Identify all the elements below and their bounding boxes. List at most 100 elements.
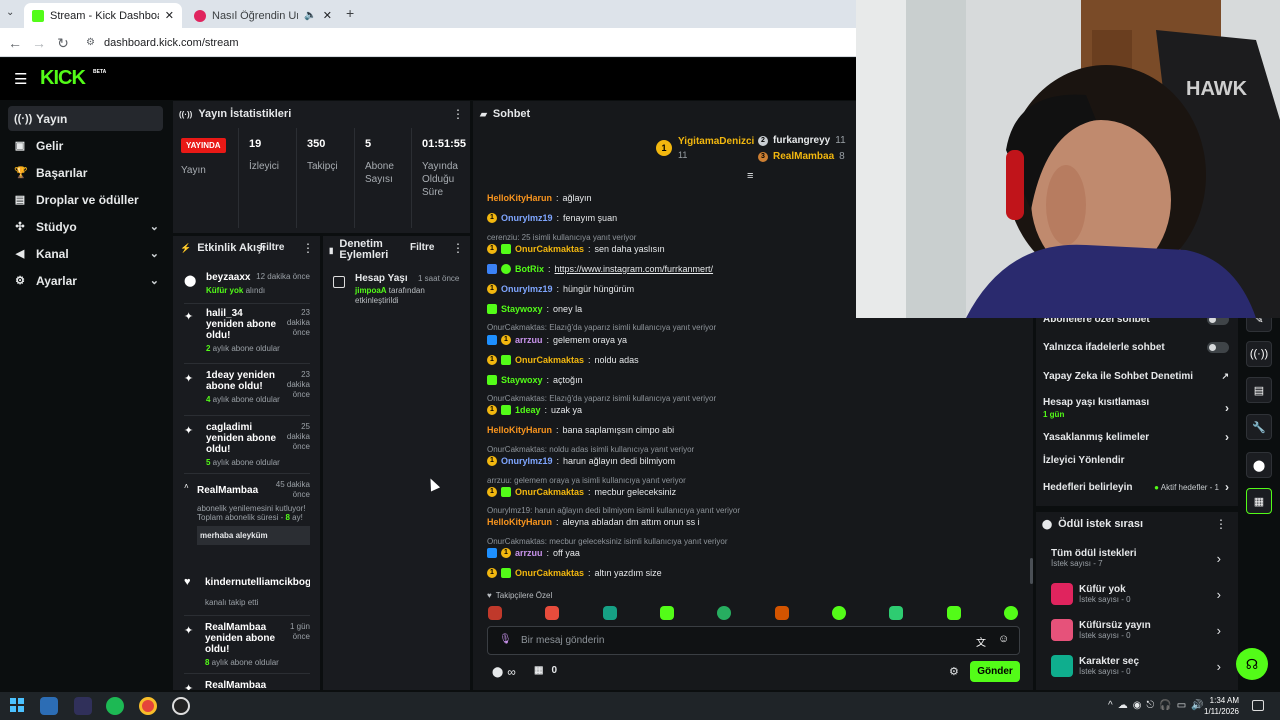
translate-icon[interactable]: 文 bbox=[976, 634, 986, 649]
url-field[interactable]: dashboard.kick.com/stream bbox=[104, 37, 239, 49]
reward-item[interactable]: Küfürsüz yayın İstek sayısı - 0 › bbox=[1051, 616, 1221, 644]
moderation-header: ▮ Denetim Eylemleri bbox=[329, 239, 389, 261]
browser-tab-music[interactable]: Nasıl Öğrendin Unutmayı - 🔈 ✕ bbox=[186, 3, 340, 28]
browser-tab-kick-dashboard[interactable]: Stream - Kick Dashboard ✕ bbox=[24, 3, 182, 28]
chevron-down-icon: ⌄ bbox=[149, 221, 159, 233]
setting-host-viewers[interactable]: İzleyici Yönlendir bbox=[1043, 455, 1229, 466]
emote-icon[interactable] bbox=[774, 606, 789, 620]
site-info-icon[interactable]: ⚙ bbox=[86, 37, 95, 48]
activity-filter-button[interactable]: Filtre bbox=[260, 242, 284, 253]
chat-message: 1 Onurylmz19: fenayım şuan bbox=[487, 213, 617, 223]
app-icon[interactable] bbox=[74, 697, 92, 715]
back-icon[interactable]: ← bbox=[6, 34, 24, 52]
top-gifter-1[interactable]: 1 YigitamaDenizci 11 bbox=[656, 136, 754, 160]
gifter-name: RealMambaa bbox=[773, 151, 835, 162]
setting-banned-words[interactable]: Yasaklanmış kelimeler › bbox=[1043, 430, 1229, 444]
setting-account-age[interactable]: Hesap yaşı kısıtlaması 1 gün › bbox=[1043, 396, 1229, 420]
sidebar-item-kanal[interactable]: ◀ Kanal ⌄ bbox=[8, 241, 163, 266]
setting-emote-only-chat[interactable]: Yalnızca ifadelerle sohbet bbox=[1043, 342, 1229, 353]
browser-tab-bar: ⌄ Stream - Kick Dashboard ✕ Nasıl Öğrend… bbox=[0, 0, 856, 28]
chat-settings-icon[interactable]: ⚙ bbox=[949, 665, 959, 678]
close-tab-icon[interactable]: ✕ bbox=[165, 9, 174, 22]
chrome-icon[interactable] bbox=[139, 697, 157, 715]
heart-icon: ♥ bbox=[487, 591, 492, 600]
event-title: halil_34 yeniden abone oldu! bbox=[206, 308, 277, 341]
reward-all-requests[interactable]: Tüm ödül istekleri İstek sayısı - 7 › bbox=[1051, 544, 1221, 572]
rail-button-broadcast-icon[interactable]: ((·)) bbox=[1246, 341, 1272, 367]
event-detail: 2 aylık abone oldular bbox=[206, 344, 280, 353]
rail-button-layout-icon[interactable]: ▤ bbox=[1246, 377, 1272, 403]
menu-icon[interactable]: ☰ bbox=[14, 70, 27, 88]
sidebar-item-studyo[interactable]: ✣ Stüdyo ⌄ bbox=[8, 214, 163, 239]
emote-icon[interactable] bbox=[659, 606, 674, 620]
emote-icon[interactable] bbox=[831, 606, 846, 620]
rail-button-wrench-icon[interactable]: 🔧 bbox=[1246, 414, 1272, 440]
setting-ai-moderation[interactable]: Yapay Zeka ile Sohbet Denetimi ↗ bbox=[1043, 371, 1229, 382]
panel-menu-icon[interactable]: ⋮ bbox=[452, 107, 464, 121]
sidebar-item-droplar[interactable]: ▤ Droplar ve ödüller bbox=[8, 187, 163, 212]
reward-item[interactable]: Karakter seç İstek sayısı - 0 › bbox=[1051, 652, 1221, 680]
chat-link[interactable]: https://www.instagram.com/furrkanmert/ bbox=[555, 264, 714, 274]
system-tray-icons[interactable]: ^☁◉⎋🎧▭🔊 bbox=[1108, 700, 1209, 711]
panel-menu-icon[interactable]: ⋮ bbox=[302, 241, 314, 255]
moderation-filter-button[interactable]: Filtre bbox=[410, 242, 434, 253]
emote-icon[interactable] bbox=[488, 606, 502, 620]
emote-icon[interactable] bbox=[1003, 606, 1018, 620]
chat-reply-context: arrzuu: gelemem oraya ya isimli kullanıc… bbox=[487, 476, 686, 485]
new-tab-icon[interactable]: + bbox=[346, 5, 354, 21]
start-icon[interactable] bbox=[10, 698, 24, 712]
setting-goals[interactable]: Hedefleri belirleyin ● Aktif hedefler - 1… bbox=[1043, 480, 1229, 494]
pinned-toggle-icon[interactable]: ≡ bbox=[747, 170, 753, 182]
sidebar-item-ayarlar[interactable]: ⚙ Ayarlar ⌄ bbox=[8, 268, 163, 293]
close-tab-icon[interactable]: ✕ bbox=[323, 9, 332, 22]
gift-counter[interactable]: ▦ 0 bbox=[534, 665, 557, 676]
app-icon[interactable] bbox=[40, 697, 58, 715]
kick-header: ☰ KICK BETA bbox=[0, 58, 856, 100]
kick-points[interactable]: ⬤ ∞ bbox=[492, 665, 516, 679]
chat-message: 1 OnurCakmaktas: altın yazdım size bbox=[487, 568, 662, 578]
emote-icon[interactable] bbox=[545, 606, 560, 620]
kick-logo[interactable]: KICK bbox=[40, 67, 86, 90]
chat-reply-context: OnurCakmaktas: Elazığ'da yaparız isimli … bbox=[487, 323, 717, 332]
live-label: Yayın bbox=[181, 165, 206, 176]
event-message: merhaba aleyküm bbox=[197, 526, 310, 545]
forward-icon[interactable]: → bbox=[30, 34, 48, 52]
reward-item[interactable]: Küfür yok İstek sayısı - 0 › bbox=[1051, 580, 1221, 608]
rail-button-points-icon[interactable]: ⬤ bbox=[1246, 452, 1272, 478]
emoji-icon[interactable]: ☺ bbox=[998, 633, 1009, 645]
spotify-icon[interactable] bbox=[106, 697, 124, 715]
event-title: kindernutelliamcikboga bbox=[205, 577, 310, 588]
send-button[interactable]: Gönder bbox=[970, 661, 1020, 682]
toggle-switch[interactable] bbox=[1207, 342, 1229, 353]
emote-icon[interactable] bbox=[717, 606, 732, 620]
sidebar-item-yayin[interactable]: ((·)) Yayın bbox=[8, 106, 163, 131]
rail-button-clapper-icon[interactable]: ▦ bbox=[1246, 488, 1272, 514]
clock[interactable]: 1:34 AM 1/11/2026 bbox=[1204, 695, 1239, 717]
reload-icon[interactable]: ↻ bbox=[54, 34, 72, 52]
stat-followers: 350 Takipçi bbox=[296, 128, 354, 228]
microphone-icon[interactable]: 🎙 bbox=[499, 634, 512, 645]
event-title: 1deay yeniden abone oldu! bbox=[206, 370, 275, 392]
gifter-count: 11 bbox=[835, 135, 846, 146]
sidebar-item-gelir[interactable]: ▣ Gelir bbox=[8, 133, 163, 158]
obs-icon[interactable] bbox=[172, 697, 190, 715]
emote-icon[interactable] bbox=[946, 606, 961, 620]
gifter-name: furkangreyy bbox=[773, 135, 831, 146]
speaker-icon[interactable]: 🔈 bbox=[304, 10, 316, 21]
notification-icon[interactable] bbox=[1252, 700, 1264, 711]
chevron-right-icon: › bbox=[1225, 401, 1229, 415]
top-gifter-2[interactable]: 2 furkangreyy 11 bbox=[758, 135, 846, 146]
panel-menu-icon[interactable]: ⋮ bbox=[452, 241, 464, 255]
sparkle-icon: ✦ bbox=[184, 311, 194, 323]
chat-scrollbar[interactable] bbox=[1030, 558, 1033, 584]
top-gifter-3[interactable]: 3 RealMambaa 8 bbox=[758, 151, 845, 162]
support-chat-button[interactable]: ☊ bbox=[1236, 648, 1268, 680]
panel-menu-icon[interactable]: ⋮ bbox=[1215, 517, 1227, 531]
sidebar-item-basarilar[interactable]: 🏆 Başarılar bbox=[8, 160, 163, 185]
emote-icon[interactable] bbox=[602, 606, 617, 620]
stat-label: Takipçi bbox=[307, 161, 338, 172]
chat-message: 1 OnurCakmaktas: sen daha yaslısın bbox=[487, 244, 665, 254]
tab-list-chevron-icon[interactable]: ⌄ bbox=[6, 7, 14, 18]
emote-icon[interactable] bbox=[889, 606, 904, 620]
chat-message: HelloKityHarun: aleyna abladan dm attım o… bbox=[487, 517, 700, 527]
